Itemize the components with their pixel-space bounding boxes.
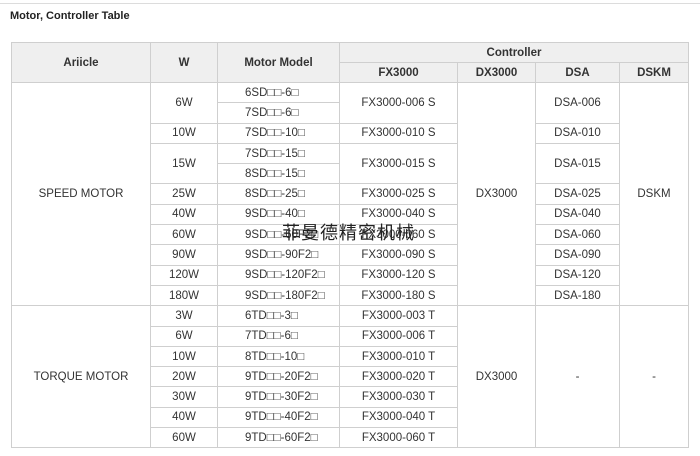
cell-dsa: DSA-006 <box>535 82 620 124</box>
cell-dsa: DSA-060 <box>535 224 620 246</box>
cell-fx: FX3000-003 T <box>339 305 458 327</box>
cell-dsa: DSA-010 <box>535 122 620 144</box>
cell-w: 3W <box>150 305 218 327</box>
cell-model: 9TD□□-30F2□ <box>217 386 340 408</box>
header-dsa: DSA <box>535 62 620 83</box>
cell-model: 8SD□□-25□ <box>217 183 340 205</box>
cell-dsa: DSA-025 <box>535 183 620 205</box>
cell-dx-torque: DX3000 <box>457 305 536 449</box>
cell-model: 7TD□□-6□ <box>217 325 340 347</box>
cell-model: 7SD□□-10□ <box>217 122 340 144</box>
cell-w: 10W <box>150 122 218 144</box>
cell-model: 9SD□□-120F2□ <box>217 264 340 286</box>
cell-dsa: DSA-090 <box>535 244 620 266</box>
cell-fx: FX3000-006 S <box>339 82 458 124</box>
cell-model: 9TD□□-60F2□ <box>217 427 340 449</box>
top-divider <box>0 3 700 4</box>
table-row: SPEED MOTOR 6W 6SD□□-6□ FX3000-006 S DX3… <box>11 81 689 307</box>
cell-w: 40W <box>150 203 218 226</box>
cell-model: 9SD□□-180F2□ <box>217 284 340 307</box>
cell-dsa: DSA-180 <box>535 284 620 307</box>
cell-dsa-torque: - <box>535 305 620 449</box>
cell-fx: FX3000-010 T <box>339 345 458 368</box>
header-fx3000: FX3000 <box>339 62 458 83</box>
cell-model: 9TD□□-20F2□ <box>217 366 340 388</box>
cell-w: 6W <box>150 325 218 347</box>
cell-dsa: DSA-015 <box>535 142 620 185</box>
cell-w: 15W <box>150 142 218 185</box>
cell-model: 6TD□□-3□ <box>217 305 340 327</box>
cell-dsa: DSA-040 <box>535 203 620 226</box>
cell-w: 60W <box>150 427 218 449</box>
header-article: Ariicle <box>11 42 151 83</box>
cell-dx-speed: DX3000 <box>457 81 536 307</box>
cell-w: 6W <box>150 82 218 124</box>
header-motor-model: Motor Model <box>217 42 340 83</box>
cell-model: 7SD□□-6□ <box>217 102 340 124</box>
cell-fx: FX3000-090 S <box>339 244 458 266</box>
cell-w: 25W <box>150 183 218 205</box>
cell-model: 7SD□□-15□ <box>217 142 340 165</box>
cell-fx: FX3000-030 T <box>339 386 458 408</box>
cell-fx: FX3000-020 T <box>339 366 458 388</box>
cell-fx: FX3000-015 S <box>339 142 458 185</box>
watermark-text: 菲曼德精密机械 <box>282 223 415 244</box>
cell-w: 120W <box>150 264 218 286</box>
header-dskm: DSKM <box>619 62 689 83</box>
cell-w: 40W <box>150 406 218 429</box>
cell-dskm-torque: - <box>619 305 689 449</box>
cell-fx: FX3000-040 T <box>339 406 458 429</box>
header-controller: Controller <box>339 42 689 63</box>
cell-w: 10W <box>150 345 218 368</box>
cell-fx: FX3000-025 S <box>339 183 458 205</box>
cell-model: 6SD□□-6□ <box>217 81 340 104</box>
header-dx3000: DX3000 <box>457 62 536 83</box>
cell-model: 9TD□□-40F2□ <box>217 406 340 429</box>
header-w: W <box>150 42 218 83</box>
group-speed-motor: SPEED MOTOR <box>11 81 151 307</box>
cell-w: 90W <box>150 244 218 266</box>
group-torque-motor: TORQUE MOTOR <box>11 305 151 449</box>
cell-w: 20W <box>150 366 218 388</box>
cell-dskm-speed: DSKM <box>619 81 689 307</box>
cell-dsa: DSA-120 <box>535 264 620 286</box>
cell-w: 180W <box>150 284 218 307</box>
cell-w: 60W <box>150 224 218 246</box>
cell-fx: FX3000-180 S <box>339 284 458 307</box>
cell-fx: FX3000-060 T <box>339 427 458 449</box>
table-row: TORQUE MOTOR 3W 6TD□□-3□ FX3000-003 T DX… <box>11 305 689 449</box>
cell-model: 9SD□□-90F2□ <box>217 244 340 266</box>
cell-w: 30W <box>150 386 218 408</box>
table-title: Motor, Controller Table <box>10 10 130 22</box>
cell-model: 8TD□□-10□ <box>217 345 340 368</box>
cell-model: 8SD□□-15□ <box>217 163 340 185</box>
cell-fx: FX3000-120 S <box>339 264 458 286</box>
cell-fx: FX3000-010 S <box>339 122 458 144</box>
motor-controller-table: Ariicle W Motor Model Controller FX3000 … <box>11 42 689 449</box>
cell-fx: FX3000-006 T <box>339 325 458 347</box>
